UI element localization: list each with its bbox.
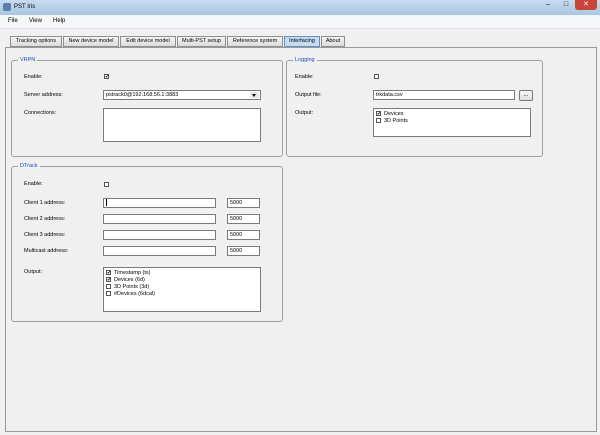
logging-legend: Logging [293,57,317,63]
menu-bar: File View Help [0,15,600,29]
dtrack-output-list: ✔ Timestamp (ts) ✔ Devices (6d) 3D Points … [103,267,261,312]
window-title: PST Iris [14,4,36,10]
vrpn-server-label: Server address: [24,92,63,98]
dtrack-output-num-devices-checkbox[interactable] [106,291,111,297]
close-button[interactable]: ✕ [575,0,597,10]
app-window: PST Iris – □ ✕ File View Help Tracking o… [0,0,600,435]
text-cursor [106,199,107,207]
logging-output-3d-points-checkbox[interactable] [376,118,381,124]
menu-view[interactable]: View [29,18,42,24]
logging-enable-label: Enable: [295,74,314,80]
dtrack-enable-checkbox[interactable] [104,182,109,187]
dtrack-client1-port[interactable]: 5000 [227,198,260,208]
tab-multi-pst-setup[interactable]: Multi-PST setup [177,36,226,47]
dtrack-client1-label: Client 1 address: [24,200,66,206]
minimize-button[interactable]: – [539,0,557,10]
logging-output-file-label: Output file: [295,92,322,98]
dtrack-client2-input[interactable] [103,214,216,224]
dtrack-output-3d-points[interactable]: 3D Points (3d) [106,284,149,290]
dtrack-client1-input[interactable] [103,198,216,208]
vrpn-connections-list[interactable] [103,108,261,142]
chevron-down-icon[interactable] [250,92,259,98]
dtrack-legend: DTrack [18,163,40,169]
logging-output-label: Output: [295,110,314,116]
title-bar[interactable]: PST Iris – □ ✕ [0,0,600,15]
dtrack-client2-label: Client 2 address: [24,216,66,222]
logging-enable-checkbox[interactable] [374,74,379,79]
tab-about[interactable]: About [321,36,345,47]
logging-output-list: ✔ Devices 3D Points [373,108,531,137]
vrpn-server-value: pstrack0@192.168.56.1:3883 [106,92,179,98]
logging-output-devices-checkbox[interactable]: ✔ [376,111,381,117]
dtrack-group: DTrack Enable: Client 1 address: 5000 Cl… [11,163,283,322]
dtrack-output-num-devices[interactable]: #Devices (6dcal) [106,291,155,297]
tab-tracking-options[interactable]: Tracking options [10,36,62,47]
dtrack-client3-input[interactable] [103,230,216,240]
logging-group: Logging Enable: Output file: trkdata.csv… [286,57,543,157]
logging-output-file-input[interactable]: trkdata.csv [373,90,515,100]
vrpn-legend: VRPN [18,57,38,63]
tab-edit-device-model[interactable]: Edit device model [120,36,176,47]
dtrack-output-devices-checkbox[interactable]: ✔ [106,277,111,283]
dtrack-output-timestamp[interactable]: ✔ Timestamp (ts) [106,270,150,276]
dtrack-output-label: Output: [24,269,43,275]
vrpn-enable-checkbox[interactable]: ✔ [104,74,109,80]
tab-reference-system[interactable]: Reference system [227,36,283,47]
interfacing-panel: VRPN Enable: ✔ Server address: pstrack0@… [5,47,597,432]
logging-output-devices[interactable]: ✔ Devices [376,111,404,117]
logging-output-3d-points[interactable]: 3D Points [376,118,408,124]
maximize-button[interactable]: □ [557,0,575,10]
dtrack-enable-label: Enable: [24,181,43,187]
dtrack-client3-label: Client 3 address: [24,232,66,238]
dtrack-output-timestamp-checkbox[interactable]: ✔ [106,270,111,276]
tab-interfacing[interactable]: Interfacing [284,36,320,47]
vrpn-group: VRPN Enable: ✔ Server address: pstrack0@… [11,57,283,157]
dtrack-client3-port[interactable]: 5000 [227,230,260,240]
vrpn-enable-label: Enable: [24,74,43,80]
dtrack-client2-port[interactable]: 5000 [227,214,260,224]
vrpn-connections-label: Connections: [24,110,57,116]
dtrack-output-3d-points-checkbox[interactable] [106,284,111,290]
menu-help[interactable]: Help [53,18,65,24]
vrpn-server-dropdown[interactable]: pstrack0@192.168.56.1:3883 [103,90,261,100]
dtrack-multicast-label: Multicast address: [24,248,69,254]
dtrack-multicast-input[interactable] [103,246,216,256]
dtrack-output-devices[interactable]: ✔ Devices (6d) [106,277,145,283]
app-icon [3,3,11,11]
menu-file[interactable]: File [8,18,18,24]
browse-button[interactable]: ... [519,90,533,101]
dtrack-multicast-port[interactable]: 5000 [227,246,260,256]
tab-new-device-model[interactable]: New device model [63,36,119,47]
